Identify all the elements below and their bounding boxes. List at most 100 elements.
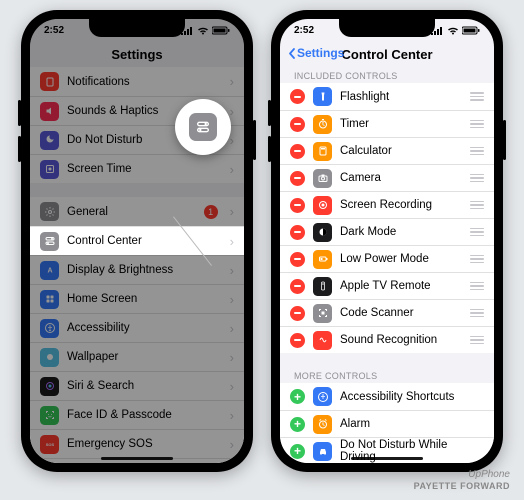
- row-label: Code Scanner: [340, 307, 462, 319]
- remove-icon[interactable]: [290, 89, 305, 104]
- row-label: Notifications: [67, 76, 222, 88]
- alarm-icon: [313, 415, 332, 434]
- add-icon[interactable]: [290, 417, 305, 432]
- remove-icon[interactable]: [290, 198, 305, 213]
- sounds-haptics-icon: [40, 102, 59, 121]
- page-title: Control Center: [342, 47, 433, 62]
- row-sound-recognition[interactable]: Sound Recognition: [280, 326, 494, 353]
- row-camera[interactable]: Camera: [280, 164, 494, 191]
- screen-time-icon: [40, 160, 59, 179]
- row-label: Timer: [340, 118, 462, 130]
- add-icon[interactable]: [290, 389, 305, 404]
- row-calculator[interactable]: Calculator: [280, 137, 494, 164]
- reorder-icon[interactable]: [470, 336, 484, 345]
- general-icon: [40, 202, 59, 221]
- row-general[interactable]: General 1 ›: [30, 197, 244, 226]
- chevron-right-icon: ›: [230, 321, 234, 336]
- row-label: Camera: [340, 172, 462, 184]
- control-center-icon: [189, 113, 217, 141]
- flashlight-icon: [313, 87, 332, 106]
- chevron-right-icon: ›: [230, 234, 234, 249]
- screen-control-center: 2:52 Settings Control Center INCLUDED CO…: [280, 19, 494, 463]
- remove-icon[interactable]: [290, 144, 305, 159]
- face-id-passcode-icon: [40, 406, 59, 425]
- row-label: Dark Mode: [340, 226, 462, 238]
- status-time: 2:52: [44, 25, 64, 36]
- reorder-icon[interactable]: [470, 120, 484, 129]
- row-emergency-sos[interactable]: SOSEmergency SOS›: [30, 429, 244, 458]
- row-label: Accessibility: [67, 322, 222, 334]
- row-low-power-mode[interactable]: Low Power Mode: [280, 245, 494, 272]
- row-notifications[interactable]: Notifications ›: [30, 67, 244, 96]
- phone-left: 2:52 Settings Notifications›Sounds & Hap…: [21, 10, 253, 472]
- reorder-icon[interactable]: [470, 282, 484, 291]
- row-screen-time[interactable]: Screen Time ›: [30, 154, 244, 183]
- chevron-right-icon: ›: [230, 133, 234, 148]
- chevron-right-icon: ›: [230, 162, 234, 177]
- reorder-icon[interactable]: [470, 92, 484, 101]
- phone-right: 2:52 Settings Control Center INCLUDED CO…: [271, 10, 503, 472]
- row-flashlight[interactable]: Flashlight: [280, 83, 494, 110]
- remove-icon[interactable]: [290, 225, 305, 240]
- row-code-scanner[interactable]: Code Scanner: [280, 299, 494, 326]
- svg-text:SOS: SOS: [45, 442, 54, 447]
- row-wallpaper[interactable]: Wallpaper ›: [30, 342, 244, 371]
- row-accessibility-shortcuts[interactable]: Accessibility Shortcuts: [280, 383, 494, 410]
- dnd-driving-icon: [313, 442, 332, 461]
- siri-search-icon: [40, 377, 59, 396]
- chevron-right-icon: ›: [230, 263, 234, 278]
- reorder-icon[interactable]: [470, 228, 484, 237]
- screen-recording-icon: [313, 196, 332, 215]
- row-label: Screen Time: [67, 163, 222, 175]
- remove-icon[interactable]: [290, 117, 305, 132]
- remove-icon[interactable]: [290, 306, 305, 321]
- row-home-screen[interactable]: Home Screen ›: [30, 284, 244, 313]
- timer-icon: [313, 115, 332, 134]
- watermark: UpPhone PAYETTE FORWARD: [414, 469, 510, 492]
- row-dark-mode[interactable]: Dark Mode: [280, 218, 494, 245]
- reorder-icon[interactable]: [470, 147, 484, 156]
- sound-recognition-icon: [313, 331, 332, 350]
- row-label: Flashlight: [340, 91, 462, 103]
- row-accessibility[interactable]: Accessibility ›: [30, 313, 244, 342]
- row-label: General: [67, 206, 196, 218]
- row-face-id-passcode[interactable]: Face ID & Passcode›: [30, 400, 244, 429]
- dark-mode-icon: [313, 223, 332, 242]
- reorder-icon[interactable]: [470, 174, 484, 183]
- add-icon[interactable]: [290, 444, 305, 459]
- remove-icon[interactable]: [290, 252, 305, 267]
- row-display-brightness[interactable]: ADisplay & Brightness›: [30, 255, 244, 284]
- row-label: Home Screen: [67, 293, 222, 305]
- reorder-icon[interactable]: [470, 255, 484, 264]
- back-label: Settings: [297, 46, 344, 60]
- row-apple-tv-remote[interactable]: Apple TV Remote: [280, 272, 494, 299]
- reorder-icon[interactable]: [470, 309, 484, 318]
- remove-icon[interactable]: [290, 333, 305, 348]
- notifications-icon: [40, 72, 59, 91]
- notch: [89, 19, 185, 37]
- home-screen-icon: [40, 290, 59, 309]
- chevron-right-icon: ›: [230, 204, 234, 219]
- control-center-icon: [40, 232, 59, 251]
- badge: 1: [204, 205, 218, 219]
- row-timer[interactable]: Timer: [280, 110, 494, 137]
- row-alarm[interactable]: Alarm: [280, 410, 494, 437]
- row-label: Display & Brightness: [67, 264, 222, 276]
- row-label: Apple TV Remote: [340, 280, 462, 292]
- apple-tv-remote-icon: [313, 277, 332, 296]
- remove-icon[interactable]: [290, 279, 305, 294]
- row-siri-search[interactable]: Siri & Search›: [30, 371, 244, 400]
- row-control-center[interactable]: Control Center›: [30, 226, 244, 255]
- chevron-right-icon: ›: [230, 350, 234, 365]
- chevron-right-icon: ›: [230, 74, 234, 89]
- remove-icon[interactable]: [290, 171, 305, 186]
- row-label: Siri & Search: [67, 380, 222, 392]
- row-label: Wallpaper: [67, 351, 222, 363]
- screen-settings: 2:52 Settings Notifications›Sounds & Hap…: [30, 19, 244, 463]
- reorder-icon[interactable]: [470, 201, 484, 210]
- row-label: Sound Recognition: [340, 334, 462, 346]
- back-button[interactable]: Settings: [288, 46, 344, 60]
- chevron-right-icon: ›: [230, 292, 234, 307]
- row-screen-recording[interactable]: Screen Recording: [280, 191, 494, 218]
- calculator-icon: [313, 142, 332, 161]
